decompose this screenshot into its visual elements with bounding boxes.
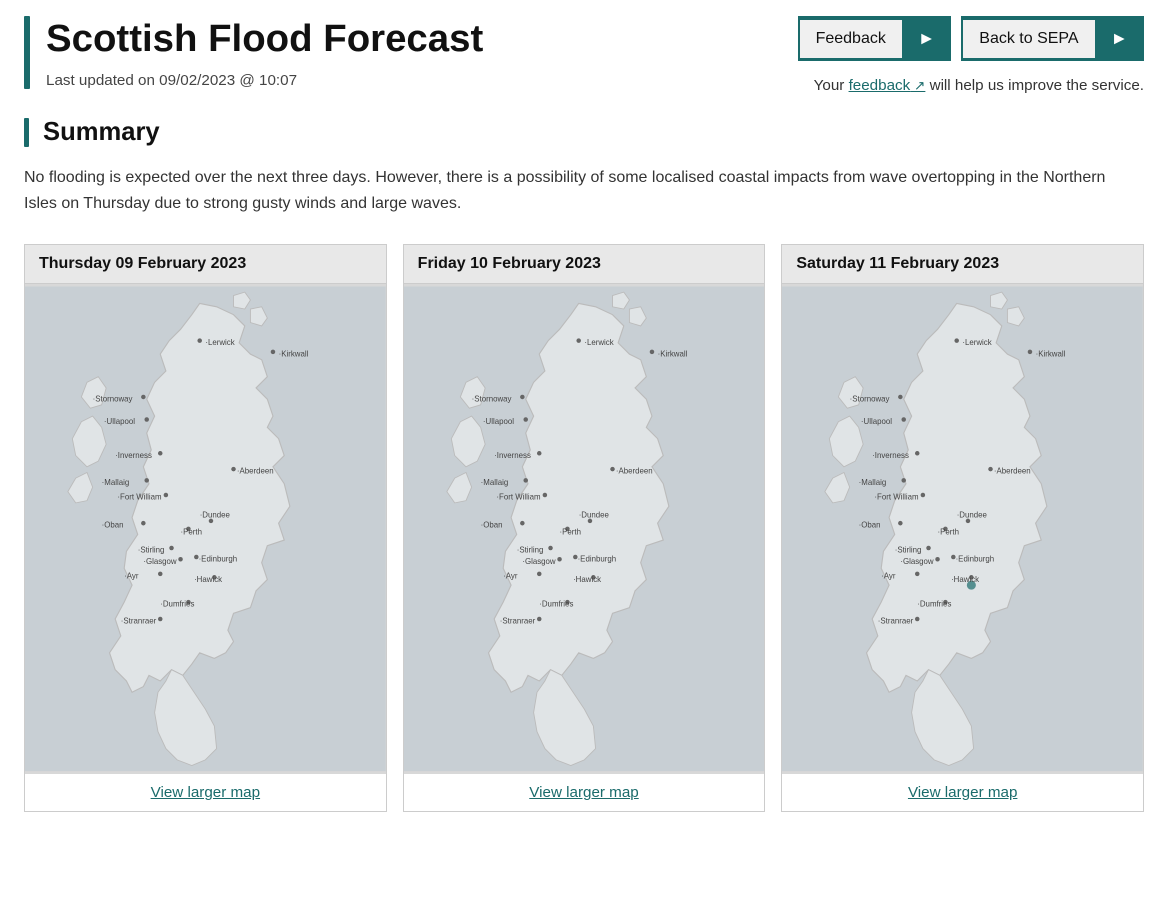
svg-text:·Ullapool: ·Ullapool xyxy=(104,417,135,426)
svg-text:·Edinburgh: ·Edinburgh xyxy=(956,555,995,564)
svg-text:·Dundee: ·Dundee xyxy=(957,511,988,520)
svg-text:·Inverness: ·Inverness xyxy=(494,451,531,460)
svg-text:·Aberdeen: ·Aberdeen xyxy=(616,467,653,476)
svg-text:·Lerwick: ·Lerwick xyxy=(963,338,992,347)
title-block: Scottish Flood Forecast Last updated on … xyxy=(24,16,483,89)
card-header-thursday: Thursday 09 February 2023 xyxy=(25,245,386,284)
page-title: Scottish Flood Forecast xyxy=(46,16,483,62)
back-button-label: Back to SEPA xyxy=(961,18,1094,60)
svg-text:·Stranraer: ·Stranraer xyxy=(121,617,157,626)
svg-text:·Dundee: ·Dundee xyxy=(200,511,231,520)
svg-text:·Perth: ·Perth xyxy=(938,528,959,537)
back-to-sepa-button[interactable]: Back to SEPA ► xyxy=(961,16,1144,61)
svg-text:·Kirkwall: ·Kirkwall xyxy=(1036,350,1066,359)
svg-text:·Inverness: ·Inverness xyxy=(873,451,910,460)
header: Scottish Flood Forecast Last updated on … xyxy=(0,0,1168,102)
feedback-arrow-icon: ► xyxy=(902,16,951,61)
feedback-note-prefix: Your xyxy=(814,77,849,94)
svg-text:·Lerwick: ·Lerwick xyxy=(205,338,234,347)
svg-text:·Ullapool: ·Ullapool xyxy=(483,417,514,426)
svg-text:·Glasgow: ·Glasgow xyxy=(522,557,556,566)
header-buttons: Feedback ► Back to SEPA ► Your feedback … xyxy=(798,16,1144,94)
svg-text:·Ayr: ·Ayr xyxy=(503,572,518,581)
title-text-block: Scottish Flood Forecast Last updated on … xyxy=(46,16,483,89)
svg-text:·Inverness: ·Inverness xyxy=(115,451,152,460)
map-saturday[interactable]: ·Lerwick ·Kirkwall ·Stornoway ·Ullapool … xyxy=(782,284,1143,774)
svg-text:·Ullapool: ·Ullapool xyxy=(861,417,892,426)
summary-title: Summary xyxy=(43,118,160,147)
svg-text:·Glasgow: ·Glasgow xyxy=(143,557,177,566)
svg-text:·Oban: ·Oban xyxy=(480,521,502,530)
svg-text:·Hawick: ·Hawick xyxy=(194,575,222,584)
map-friday[interactable]: ·Lerwick ·Kirkwall ·Stornoway ·Ullapool … xyxy=(404,284,765,774)
last-updated: Last updated on 09/02/2023 @ 10:07 xyxy=(46,72,483,89)
svg-text:·Edinburgh: ·Edinburgh xyxy=(577,555,616,564)
feedback-button-label: Feedback xyxy=(798,18,902,60)
feedback-link[interactable]: feedback xyxy=(849,77,926,94)
svg-text:·Stornoway: ·Stornoway xyxy=(850,395,890,404)
svg-text:·Fort William: ·Fort William xyxy=(875,493,920,502)
svg-text:·Fort William: ·Fort William xyxy=(496,493,541,502)
svg-text:·Stirling: ·Stirling xyxy=(895,546,922,555)
svg-text:·Aberdeen: ·Aberdeen xyxy=(237,467,274,476)
svg-text:·Hawick: ·Hawick xyxy=(951,575,979,584)
feedback-button[interactable]: Feedback ► xyxy=(798,16,952,61)
btn-row: Feedback ► Back to SEPA ► xyxy=(798,16,1144,61)
section-header: Summary xyxy=(24,118,1144,147)
svg-text:·Stirling: ·Stirling xyxy=(516,546,543,555)
svg-text:·Mallaig: ·Mallaig xyxy=(859,478,887,487)
forecast-card-friday: Friday 10 February 2023 ·Lerwick ·Kirkwa… xyxy=(403,244,766,812)
svg-text:·Hawick: ·Hawick xyxy=(573,575,601,584)
svg-text:·Dundee: ·Dundee xyxy=(578,511,609,520)
summary-text: No flooding is expected over the next th… xyxy=(24,165,1124,216)
feedback-note-suffix: will help us improve the service. xyxy=(925,77,1144,94)
forecast-card-thursday: Thursday 09 February 2023 ·Lerwick xyxy=(24,244,387,812)
svg-text:·Dumfries: ·Dumfries xyxy=(539,600,573,609)
view-map-link-friday[interactable]: View larger map xyxy=(404,774,765,811)
svg-text:·Ayr: ·Ayr xyxy=(882,572,897,581)
view-map-link-saturday[interactable]: View larger map xyxy=(782,774,1143,811)
svg-text:·Kirkwall: ·Kirkwall xyxy=(279,350,309,359)
card-header-friday: Friday 10 February 2023 xyxy=(404,245,765,284)
svg-text:·Stranraer: ·Stranraer xyxy=(878,617,914,626)
svg-text:·Fort William: ·Fort William xyxy=(117,493,162,502)
section-accent-bar xyxy=(24,118,29,147)
forecast-cards: Thursday 09 February 2023 ·Lerwick xyxy=(0,236,1168,836)
svg-text:·Ayr: ·Ayr xyxy=(124,572,139,581)
summary-section: Summary No flooding is expected over the… xyxy=(0,102,1168,236)
svg-text:·Kirkwall: ·Kirkwall xyxy=(657,350,687,359)
svg-text:·Glasgow: ·Glasgow xyxy=(901,557,935,566)
svg-text:·Stirling: ·Stirling xyxy=(138,546,165,555)
svg-text:·Edinburgh: ·Edinburgh xyxy=(199,555,238,564)
svg-text:·Mallaig: ·Mallaig xyxy=(480,478,508,487)
svg-text:·Dumfries: ·Dumfries xyxy=(918,600,952,609)
svg-text:·Stranraer: ·Stranraer xyxy=(499,617,535,626)
feedback-note: Your feedback will help us improve the s… xyxy=(814,77,1144,94)
svg-text:·Oban: ·Oban xyxy=(102,521,124,530)
svg-text:·Dumfries: ·Dumfries xyxy=(160,600,194,609)
title-accent-bar xyxy=(24,16,30,89)
svg-text:·Oban: ·Oban xyxy=(859,521,881,530)
svg-text:·Mallaig: ·Mallaig xyxy=(102,478,130,487)
svg-text:·Stornoway: ·Stornoway xyxy=(471,395,511,404)
view-map-link-thursday[interactable]: View larger map xyxy=(25,774,386,811)
back-arrow-icon: ► xyxy=(1095,16,1144,61)
svg-text:·Stornoway: ·Stornoway xyxy=(93,395,133,404)
forecast-card-saturday: Saturday 11 February 2023 ·Lerwick ·Kirk… xyxy=(781,244,1144,812)
svg-text:·Perth: ·Perth xyxy=(559,528,580,537)
map-thursday[interactable]: ·Lerwick ·Kirkwall ·Stornoway ·Ullapool … xyxy=(25,284,386,774)
svg-text:·Perth: ·Perth xyxy=(181,528,202,537)
card-header-saturday: Saturday 11 February 2023 xyxy=(782,245,1143,284)
svg-text:·Aberdeen: ·Aberdeen xyxy=(994,467,1031,476)
svg-text:·Lerwick: ·Lerwick xyxy=(584,338,613,347)
